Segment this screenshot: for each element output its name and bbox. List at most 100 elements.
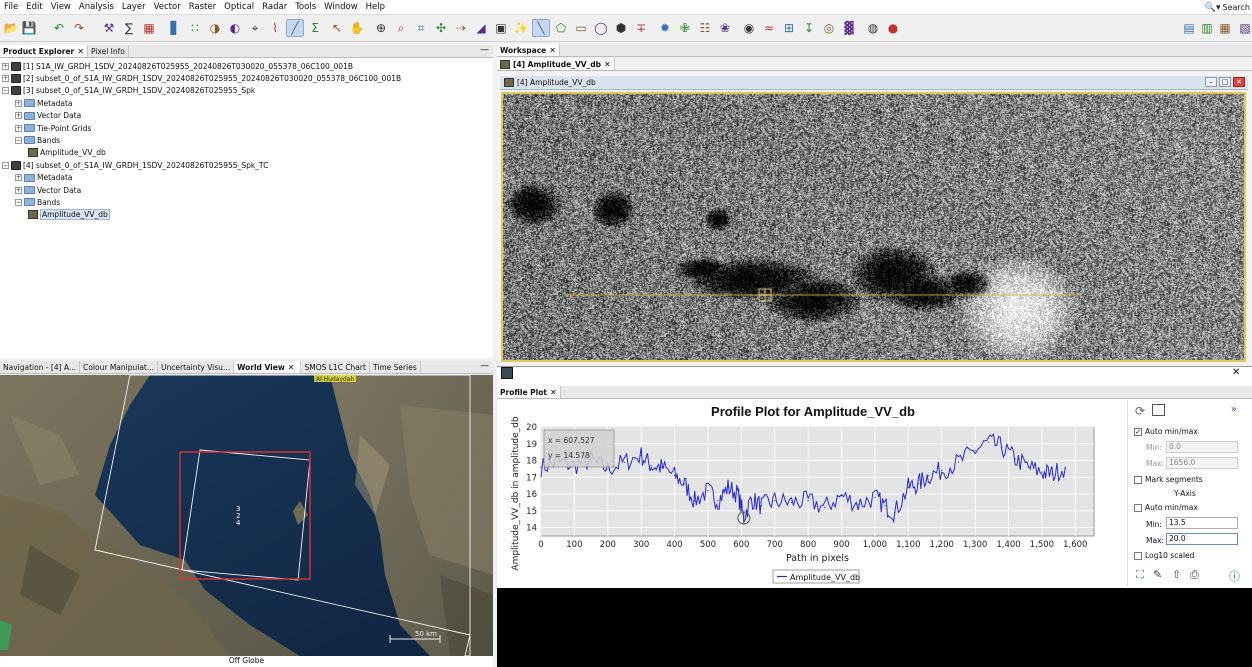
zoom-all-icon[interactable]: ⛶ <box>1136 568 1144 582</box>
tree-node[interactable]: + Metadata <box>15 172 73 184</box>
ellipse-icon[interactable]: ◯ <box>592 19 610 37</box>
profile-icon[interactable]: ╱ <box>286 19 304 37</box>
expander-icon[interactable]: + <box>15 124 22 132</box>
session-icon[interactable]: ⚒ <box>100 19 118 37</box>
histogram-icon[interactable]: ▋ <box>166 19 184 37</box>
view-icon[interactable]: ◎ <box>820 19 838 37</box>
butterfly-icon[interactable]: ❀ <box>716 19 734 37</box>
max-x-field[interactable]: 1656.0 <box>1166 457 1238 469</box>
wave-icon[interactable]: ≈ <box>760 19 778 37</box>
layer-icon[interactable]: ▣ <box>492 19 510 37</box>
undo-icon[interactable]: ↶ <box>50 19 68 37</box>
export-icon[interactable]: ⇧ <box>1172 568 1181 581</box>
expander-icon[interactable]: + <box>15 186 22 194</box>
tab-profile-plot[interactable]: Profile Plot ✕ <box>497 386 561 398</box>
tab-nav-0[interactable]: Navigation - [4] A... <box>0 361 81 373</box>
refresh-icon[interactable]: ⟳ <box>1135 404 1145 418</box>
pan-icon[interactable]: ✋ <box>348 19 366 37</box>
sar-image-canvas[interactable] <box>503 94 1244 360</box>
profile-plot-area[interactable]: Profile Plot for Amplitude_VV_db 14 15 16 17… <box>500 400 1126 586</box>
range-finder-icon[interactable]: ⇢ <box>452 19 470 37</box>
checkbox[interactable] <box>1134 503 1142 512</box>
tree-node[interactable]: + Tie-Point Grids <box>15 122 91 134</box>
tree-node[interactable]: Amplitude_VV_db <box>28 209 110 221</box>
close-icon[interactable]: ✕ <box>77 46 84 57</box>
redo-icon[interactable]: ↷ <box>70 19 88 37</box>
auto-minmax-y[interactable]: Auto min/max <box>1134 503 1198 512</box>
close-icon[interactable]: ✕ <box>549 45 556 56</box>
grid-icon[interactable]: ⊞ <box>780 19 798 37</box>
checkbox[interactable] <box>1134 475 1142 484</box>
checkbox[interactable] <box>1134 551 1142 560</box>
auto-minmax-x[interactable]: ✓ Auto min/max <box>1134 427 1198 436</box>
menu-layer[interactable]: Layer <box>118 2 150 12</box>
menu-raster[interactable]: Raster <box>185 2 220 12</box>
sar-image-view[interactable] <box>501 92 1246 362</box>
statistics-icon[interactable]: ⌇ <box>266 19 284 37</box>
world-view-map[interactable]: 3 2 4 Al Hudaydah 50 km <box>0 375 493 656</box>
save-icon[interactable]: 💾 <box>20 19 38 37</box>
expander-icon[interactable]: + <box>15 99 22 107</box>
layout-4-icon[interactable]: ▧ <box>1236 19 1252 37</box>
help-icon[interactable]: ⓘ <box>1229 568 1240 584</box>
rectangle-icon[interactable]: ▭ <box>572 19 590 37</box>
graph-icon[interactable]: ◢ <box>472 19 490 37</box>
expander-icon[interactable]: − <box>2 87 9 95</box>
expander-icon[interactable]: − <box>15 136 22 144</box>
menu-tools[interactable]: Tools <box>291 2 320 12</box>
menu-analysis[interactable]: Analysis <box>75 2 118 12</box>
expander-icon[interactable]: − <box>2 161 9 169</box>
close-icon[interactable]: ✕ <box>604 59 611 70</box>
blend-icon[interactable]: ◐ <box>226 19 244 37</box>
scatter-icon[interactable]: ∷ <box>186 19 204 37</box>
max-y-field[interactable]: 20.0 <box>1166 533 1238 545</box>
menu-window[interactable]: Window <box>320 2 362 12</box>
min-y-field[interactable]: 13.5 <box>1166 517 1238 529</box>
checkbox[interactable]: ✓ <box>1134 427 1142 436</box>
tree-node[interactable]: + Vector Data <box>15 184 81 196</box>
expander-icon[interactable]: + <box>2 62 9 70</box>
open-product-icon[interactable]: 📂 <box>2 19 20 37</box>
world-icon[interactable]: ◍ <box>864 19 882 37</box>
image-window-titlebar[interactable]: [4] Amplitude_VV_db – □ ✕ <box>500 76 1248 90</box>
layout-3-icon[interactable]: ▦ <box>1216 19 1234 37</box>
menu-edit[interactable]: Edit <box>22 2 46 12</box>
search-box[interactable]: 🔍▾ Search <box>1205 1 1250 14</box>
tab-product-explorer[interactable]: Product Explorer ✕ <box>0 45 88 57</box>
ruler-icon[interactable]: ∓ <box>632 19 650 37</box>
log10-scaled[interactable]: Log10 scaled <box>1134 551 1194 560</box>
layout-2-icon[interactable]: ▥ <box>1198 19 1216 37</box>
tab-amplitude-doc[interactable]: [4] Amplitude_VV_db ✕ <box>497 58 615 70</box>
graticule-icon[interactable]: ✙ <box>676 19 694 37</box>
rgb-icon[interactable]: ▦ <box>140 19 158 37</box>
insert-icon[interactable]: ↧ <box>800 19 818 37</box>
pin-icon[interactable]: ⌗ <box>412 19 430 37</box>
menu-file[interactable]: File <box>0 2 22 12</box>
tab-nav-3[interactable]: World View ✕ <box>234 361 302 373</box>
layout-1-icon[interactable]: ▤ <box>1180 19 1198 37</box>
tab-nav-5[interactable]: Time Series <box>370 361 421 373</box>
menu-optical[interactable]: Optical <box>220 2 258 12</box>
band-maths-icon[interactable]: ∑ <box>120 19 138 37</box>
tab-pixel-info[interactable]: Pixel Info <box>88 45 129 57</box>
close-icon[interactable]: ✕ <box>288 362 295 373</box>
menu-vector[interactable]: Vector <box>150 2 185 12</box>
table-icon[interactable] <box>1152 404 1165 416</box>
zoom-tool-icon[interactable]: ⌕ <box>392 19 410 37</box>
close-icon[interactable]: ✕ <box>550 387 557 398</box>
magic-wand-icon[interactable]: ✨ <box>512 19 530 37</box>
zoom-in-icon[interactable]: ⊕ <box>372 19 390 37</box>
print-icon[interactable]: ⎙ <box>1190 568 1199 582</box>
maximize-icon[interactable]: □ <box>1219 77 1231 87</box>
expander-icon[interactable]: + <box>15 112 22 120</box>
compass-icon[interactable]: ⌖ <box>246 19 264 37</box>
min-x-field[interactable]: 0.0 <box>1166 441 1238 453</box>
gcp-icon[interactable]: ✣ <box>432 19 450 37</box>
menu-view[interactable]: View <box>47 2 75 12</box>
minimize-icon[interactable]: — <box>480 45 489 55</box>
binary-icon[interactable]: ☷ <box>696 19 714 37</box>
close-icon[interactable]: ✕ <box>1233 77 1245 87</box>
tab-nav-2[interactable]: Uncertainty Visu... <box>158 361 235 373</box>
tree-node[interactable]: − Bands <box>15 134 60 146</box>
tree-node[interactable]: − Bands <box>15 196 60 208</box>
